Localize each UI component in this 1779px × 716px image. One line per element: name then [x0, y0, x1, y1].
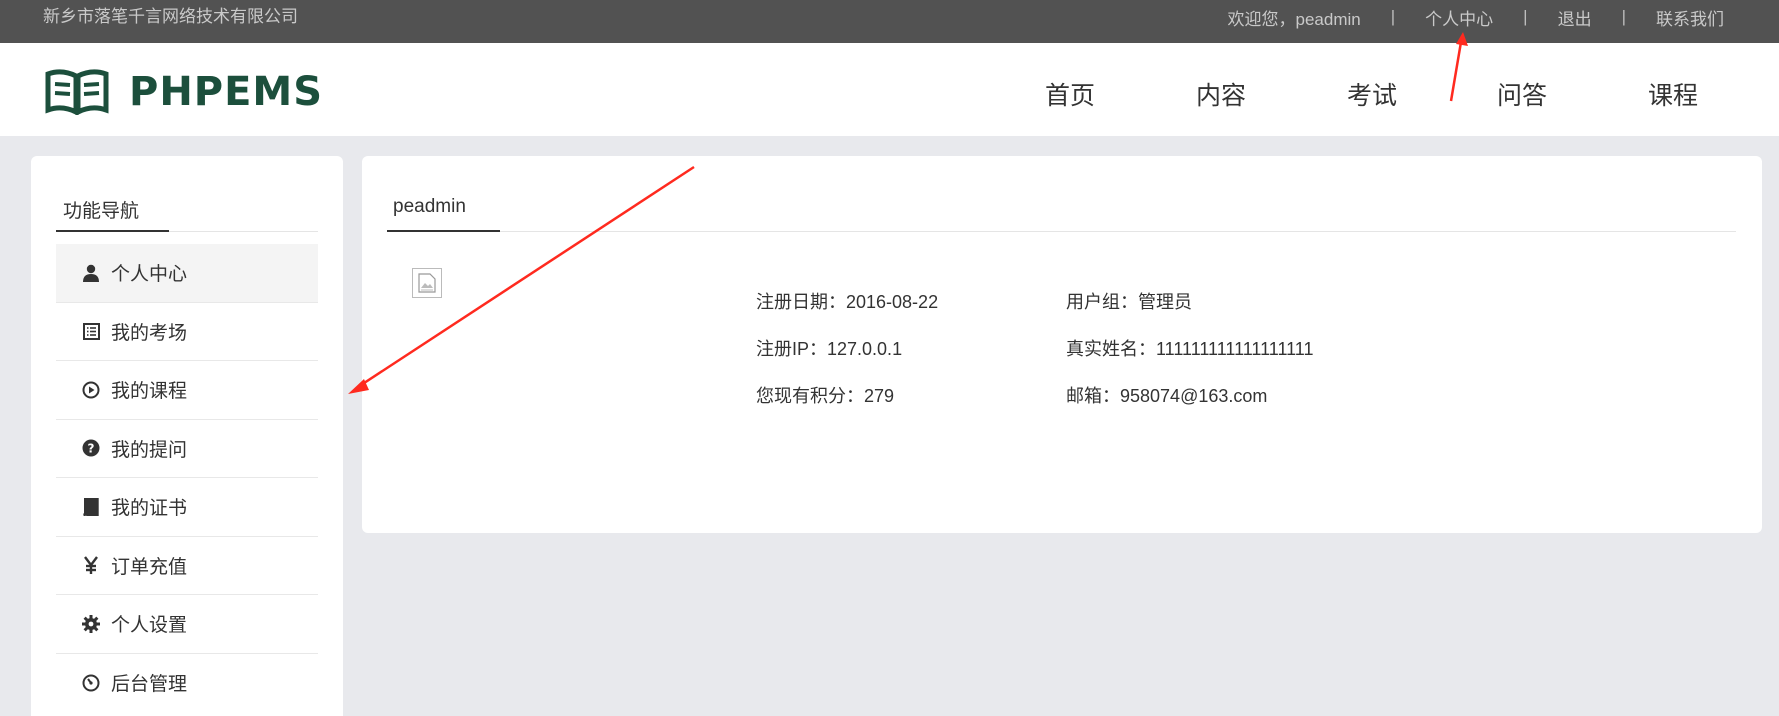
user-center-link[interactable]: 个人中心 [1425, 5, 1493, 30]
tab-active-underline [387, 230, 500, 232]
logout-link[interactable]: 退出 [1558, 5, 1592, 30]
book-icon [81, 497, 101, 517]
sidebar-item-label: 个人中心 [111, 264, 188, 286]
sidebar-item-label: 我的证书 [111, 498, 188, 520]
sidebar-item-label: 我的提问 [111, 439, 188, 461]
avatar [412, 268, 442, 298]
register-date: 注册日期：2016-08-22 [756, 292, 939, 312]
sidebar-item-label: 后台管理 [111, 674, 188, 696]
sidebar-title[interactable]: 功能导航 [63, 196, 139, 223]
nav-home-link[interactable]: 首页 [1045, 76, 1095, 112]
sidebar-item-my-certificates[interactable]: 我的证书 [56, 478, 318, 537]
sidebar-item-order-recharge[interactable]: 订单充值 [56, 537, 318, 595]
sidebar-item-my-exams[interactable]: 我的考场 [56, 303, 318, 361]
top-links: 欢迎您，peadmin | 个人中心 | 退出 | 联系我们 [1228, 0, 1724, 34]
sidebar-menu: 个人中心 我的考场 我的课程 ? 我的提问 我的证书 订单充值 个人设置 后台管… [56, 244, 318, 712]
welcome-text: 欢迎您，peadmin [1227, 9, 1361, 29]
sidebar-item-user-center[interactable]: 个人中心 [56, 244, 318, 303]
broken-image-icon [418, 273, 436, 293]
divider [387, 231, 1736, 232]
top-bar: 新乡市落笔千言网络技术有限公司 欢迎您，peadmin | 个人中心 | 退出 … [0, 0, 1779, 43]
list-icon [81, 321, 101, 341]
nav-qa-link[interactable]: 问答 [1497, 76, 1547, 112]
gear-icon [81, 614, 101, 634]
sidebar-item-my-questions[interactable]: ? 我的提问 [56, 420, 318, 478]
book-logo-icon [45, 69, 109, 115]
points: 您现有积分：279 [756, 386, 895, 406]
company-name: 新乡市落笔千言网络技术有限公司 [43, 7, 298, 26]
sidebar: 功能导航 个人中心 我的考场 我的课程 ? 我的提问 我的证书 订单充值 个人设… [31, 156, 343, 716]
nav-course-link[interactable]: 课程 [1648, 76, 1698, 112]
tab-username[interactable]: peadmin [393, 196, 466, 218]
separator: | [1523, 7, 1528, 26]
user-group: 用户组：管理员 [1066, 292, 1192, 312]
sidebar-item-admin[interactable]: 后台管理 [56, 654, 318, 713]
profile-panel: peadmin 注册日期：2016-08-22 用户组：管理员 注册IP：127… [362, 156, 1762, 533]
sidebar-item-label: 我的考场 [111, 322, 188, 344]
contact-link[interactable]: 联系我们 [1656, 5, 1724, 30]
svg-text:?: ? [88, 442, 95, 456]
question-circle-icon: ? [81, 438, 101, 458]
separator: | [1621, 7, 1626, 26]
dashboard-icon [81, 673, 101, 693]
register-ip: 注册IP：127.0.0.1 [756, 339, 903, 359]
nav-exam-link[interactable]: 考试 [1347, 76, 1397, 112]
user-icon [81, 263, 101, 283]
play-circle-icon [81, 380, 101, 400]
sidebar-item-settings[interactable]: 个人设置 [56, 595, 318, 654]
separator: | [1390, 7, 1396, 26]
yen-icon [81, 555, 101, 575]
real-name: 真实姓名：111111111111111111 [1066, 339, 1314, 359]
sidebar-item-label: 我的课程 [111, 381, 188, 403]
logo-text: PHPEMS [129, 69, 324, 115]
sidebar-item-my-courses[interactable]: 我的课程 [56, 361, 318, 420]
tab-active-underline [56, 230, 169, 232]
email: 邮箱：958074@163.com [1066, 386, 1268, 406]
sidebar-item-label: 个人设置 [111, 615, 188, 637]
site-logo[interactable]: PHPEMS [45, 69, 323, 115]
sidebar-item-label: 订单充值 [111, 556, 188, 578]
nav-content-link[interactable]: 内容 [1196, 76, 1246, 112]
